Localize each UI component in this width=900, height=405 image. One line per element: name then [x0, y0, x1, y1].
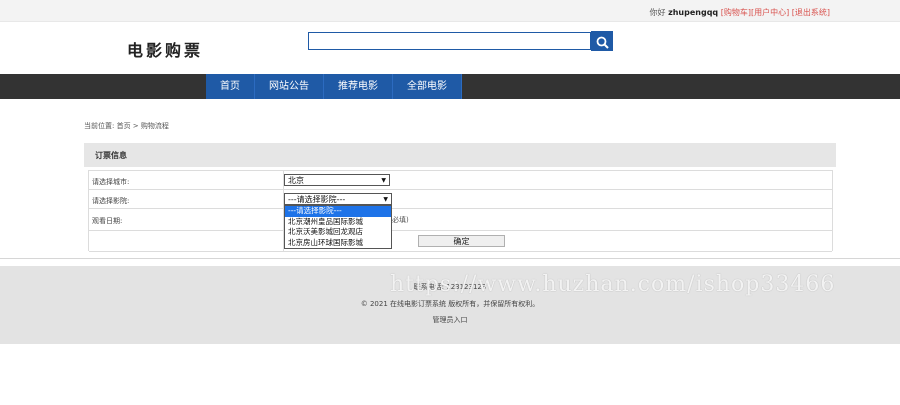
search-input[interactable] [308, 32, 591, 50]
user-links: 你好 zhupengqq [购物车][用户中心] [退出系统] [650, 7, 830, 18]
breadcrumb: 当前位置: 首页 > 购物流程 [84, 122, 169, 130]
user-center-link[interactable]: [用户中心] [751, 8, 789, 17]
nav-all-movies[interactable]: 全部电影 [393, 74, 462, 99]
panel-title: 订票信息 [95, 151, 127, 160]
watermark-text: https://www.huzhan.com/ishop33466 [390, 272, 836, 297]
confirm-button[interactable]: 确定 [418, 235, 505, 247]
date-row: 观看日期: [89, 209, 832, 231]
panel-header: 订票信息 [84, 143, 836, 167]
required-note: 必填) [392, 216, 409, 224]
chevron-down-icon: ▼ [383, 196, 388, 203]
logout-link[interactable]: [退出系统] [792, 8, 830, 17]
cinema-option[interactable]: ---请选择影院--- [285, 206, 391, 217]
city-row: 请选择城市: [89, 171, 832, 190]
footer-divider [0, 258, 900, 259]
site-logo[interactable]: 电影购票 [127, 37, 203, 61]
footer-copyright: © 2021 在线电影订票系统 版权所有，并保留所有权利。 [360, 300, 540, 308]
cinema-select[interactable]: ---请选择影院--- ▼ [284, 193, 392, 205]
top-bar: 你好 zhupengqq [购物车][用户中心] [退出系统] [0, 0, 900, 22]
cinema-row: 请选择影院: [89, 190, 832, 209]
nav-announcements[interactable]: 网站公告 [255, 74, 324, 99]
search-button[interactable] [591, 31, 613, 51]
main-nav: 首页 网站公告 推荐电影 全部电影 [0, 74, 900, 99]
username: zhupengqq [668, 8, 719, 17]
nav-recommended-movies[interactable]: 推荐电影 [324, 74, 393, 99]
cinema-option[interactable]: 北京沃美影城回龙观店 [285, 227, 391, 238]
cinema-option[interactable]: 北京房山环球国际影城 [285, 238, 391, 249]
cinema-label: 请选择影院: [92, 197, 130, 205]
chevron-down-icon: ▼ [381, 177, 386, 184]
greeting-text: 你好 [649, 8, 666, 17]
date-label: 观看日期: [92, 217, 123, 225]
cinema-select-value: ---请选择影院--- [288, 195, 346, 204]
cinema-dropdown-list: ---请选择影院--- 北京潮州皇品国际影城 北京沃美影城回龙观店 北京房山环球… [284, 205, 392, 249]
admin-entry-link[interactable]: 管理员入口 [0, 315, 900, 325]
cinema-option[interactable]: 北京潮州皇品国际影城 [285, 217, 391, 228]
city-label: 请选择城市: [92, 178, 130, 186]
city-select[interactable]: 北京 ▼ [284, 174, 390, 186]
nav-home[interactable]: 首页 [206, 74, 255, 99]
search-icon [596, 36, 609, 49]
city-select-value: 北京 [288, 176, 304, 185]
cart-link[interactable]: [购物车] [721, 8, 751, 17]
